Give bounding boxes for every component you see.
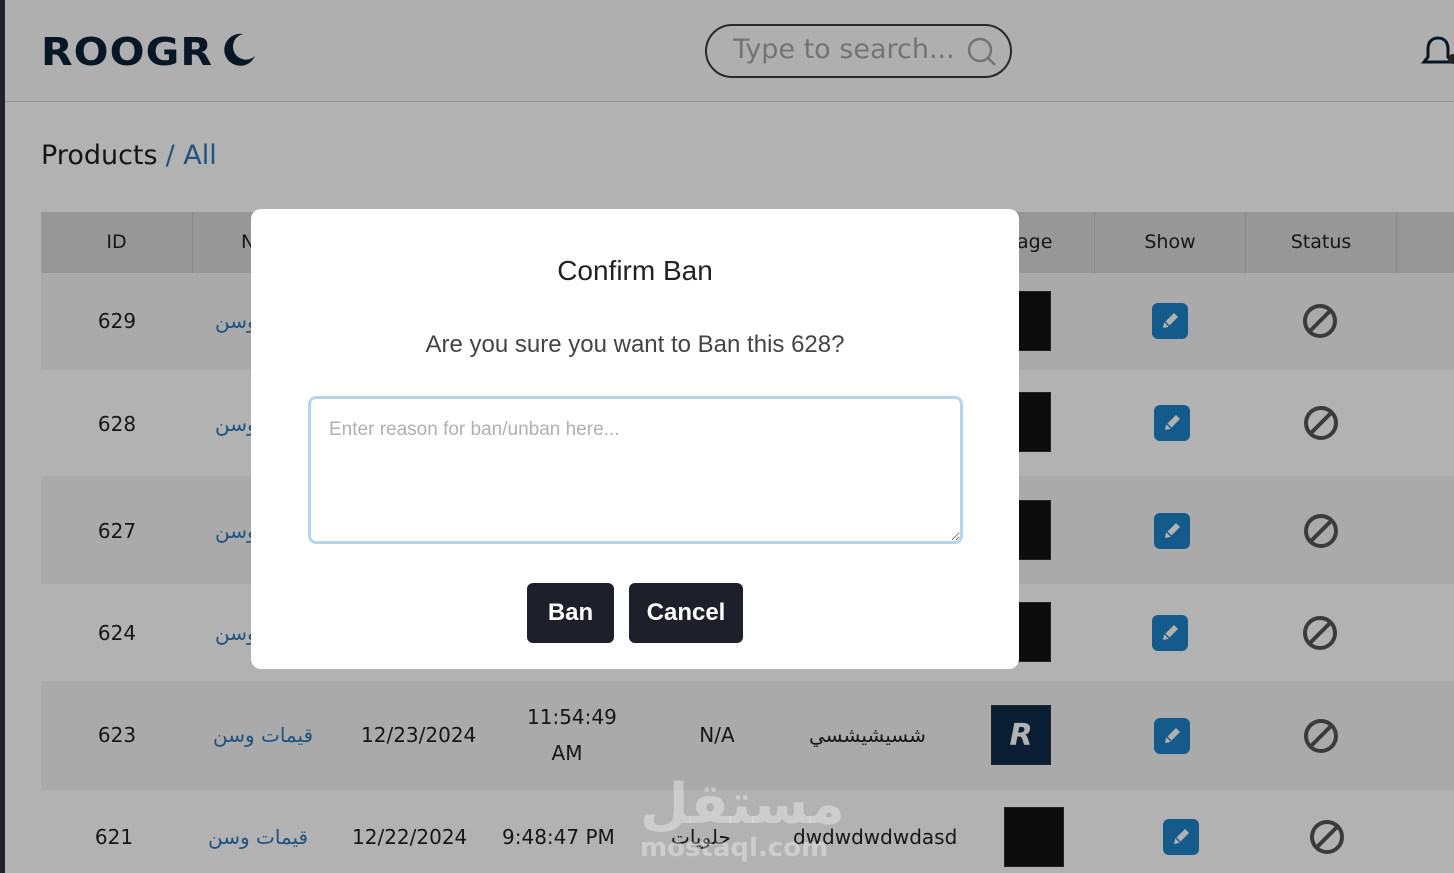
cancel-button[interactable]: Cancel — [629, 583, 743, 643]
dialog-message: Are you sure you want to Ban this 628? — [425, 331, 845, 358]
ban-reason-input[interactable] — [308, 396, 963, 544]
confirm-ban-dialog: Confirm Ban Are you sure you want to Ban… — [251, 209, 1019, 669]
ban-button[interactable]: Ban — [527, 583, 614, 643]
dialog-title: Confirm Ban — [557, 255, 713, 286]
